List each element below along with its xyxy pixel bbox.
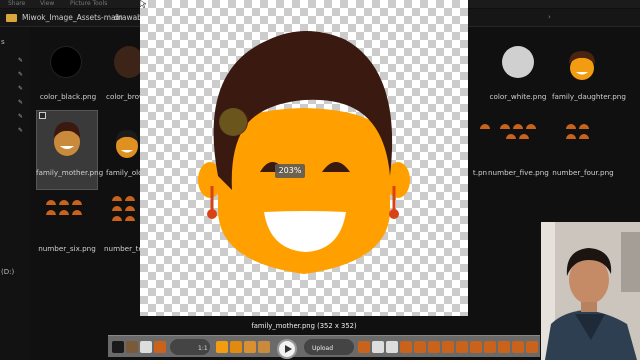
film-thumb[interactable] — [112, 341, 124, 353]
webcam-overlay — [541, 222, 640, 360]
file-label: family_daughter.png — [552, 92, 626, 101]
thumbnail — [46, 200, 86, 215]
film-thumb[interactable] — [216, 341, 228, 353]
file-family-mother[interactable]: family_mother.png — [36, 110, 104, 190]
film-thumb[interactable] — [126, 341, 138, 353]
file-family-daughter[interactable]: family_daughter.png — [552, 40, 626, 116]
pin-icon: ✎ — [18, 99, 24, 106]
film-thumb[interactable] — [442, 341, 454, 353]
mouse-pointer-icon — [140, 0, 146, 8]
thumbnail — [50, 46, 82, 78]
image-caption: family_mother.png (352 x 352) — [251, 322, 357, 330]
film-thumb[interactable] — [414, 341, 426, 353]
film-thumb[interactable] — [400, 341, 412, 353]
file-label: color_white.png — [489, 92, 547, 101]
file-number-ten[interactable]: number_te — [104, 240, 143, 253]
file-label: number_te — [104, 244, 143, 253]
film-thumb[interactable] — [154, 341, 166, 353]
family-mother-image — [198, 31, 410, 274]
film-thumb[interactable] — [258, 341, 270, 353]
file-label: number_four.png — [552, 168, 614, 177]
film-thumb[interactable] — [428, 341, 440, 353]
file-color-white[interactable]: color_white.png — [488, 40, 548, 106]
film-thumb[interactable] — [526, 341, 538, 353]
drive-d-label[interactable]: (D:) — [1, 268, 14, 276]
file-color-black[interactable]: color_black.png — [38, 40, 98, 106]
file-label: t.pn — [472, 168, 488, 177]
webcam-person — [541, 222, 640, 360]
film-thumb[interactable] — [358, 341, 370, 353]
file-color-brown[interactable]: color_brow — [100, 40, 145, 106]
film-thumb[interactable] — [470, 341, 482, 353]
film-thumb[interactable] — [372, 341, 384, 353]
file-partial[interactable]: t.pn — [470, 164, 490, 177]
film-thumb[interactable] — [456, 341, 468, 353]
film-thumb[interactable] — [244, 341, 256, 353]
chevron-right-icon: › — [548, 13, 551, 21]
file-number-six[interactable]: number_six.png — [36, 240, 98, 253]
cursor-highlight — [219, 108, 247, 136]
pin-icon: ✎ — [18, 85, 24, 92]
screen: Share View Picture Tools Miwok_Image_Ass… — [0, 0, 640, 360]
actual-size-label[interactable]: 1:1 — [198, 345, 208, 352]
pin-icon: ✎ — [18, 113, 24, 120]
film-thumb[interactable] — [498, 341, 510, 353]
thumbnail — [480, 124, 492, 136]
thumbnail — [569, 51, 595, 80]
film-thumb[interactable] — [484, 341, 496, 353]
file-family-older-brother[interactable]: family_older_brother.png — [100, 110, 196, 190]
chevron-right-icon: › — [106, 13, 109, 21]
pin-icon: ✎ — [18, 127, 24, 134]
film-thumb[interactable] — [230, 341, 242, 353]
pin-icon: ✎ — [18, 71, 24, 78]
film-thumb[interactable] — [140, 341, 152, 353]
thumbnail — [566, 124, 606, 139]
image-viewer[interactable]: 203% — [140, 0, 468, 316]
folder-icon — [6, 14, 17, 22]
navigation-pane: s ✎ ✎ ✎ ✎ ✎ ✎ (D:) — [0, 28, 30, 360]
play-button[interactable] — [277, 339, 297, 359]
upload-button[interactable]: Upload — [312, 345, 333, 352]
file-number-four[interactable]: number_four.png — [552, 164, 614, 177]
thumbnail — [116, 130, 138, 158]
menu-share[interactable]: Share — [8, 0, 25, 7]
thumbnail — [54, 122, 80, 156]
film-thumb[interactable] — [386, 341, 398, 353]
thumbnail — [500, 124, 540, 139]
file-label: color_black.png — [39, 92, 97, 101]
file-number-five[interactable]: number_five.png — [488, 164, 549, 177]
thumbnail — [502, 46, 534, 78]
file-label: family_mother.png — [36, 168, 104, 177]
film-thumb[interactable] — [512, 341, 524, 353]
menu-view[interactable]: View — [40, 0, 54, 7]
menu-picture-tools[interactable]: Picture Tools — [70, 0, 107, 7]
pin-icon: ✎ — [18, 57, 24, 64]
file-label: number_six.png — [38, 244, 96, 253]
file-label: number_five.png — [488, 168, 549, 177]
zoom-indicator: 203% — [275, 164, 305, 178]
nav-item[interactable]: s — [1, 38, 5, 46]
